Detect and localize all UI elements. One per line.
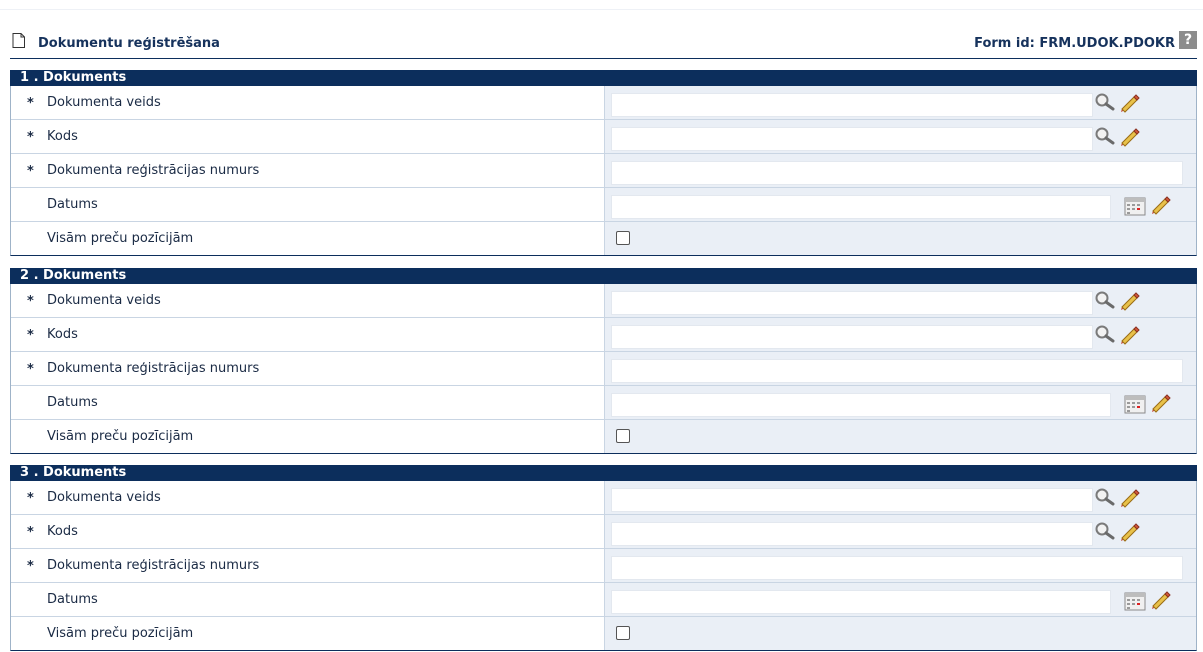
required-marker: * xyxy=(27,96,34,111)
required-marker: * xyxy=(27,328,34,343)
section-2: 2 . Dokuments * Dokumenta veids * Kods * Do… xyxy=(10,268,1197,454)
field-label: Kods xyxy=(47,524,78,539)
field-label: Datums xyxy=(47,197,98,212)
search-icon[interactable] xyxy=(1094,521,1116,543)
document-type-input[interactable] xyxy=(611,291,1093,315)
document-icon xyxy=(12,33,25,48)
eraser-icon[interactable] xyxy=(1119,126,1141,148)
all-positions-checkbox[interactable] xyxy=(616,626,630,640)
page-title: Dokumentu reģistrēšana xyxy=(38,36,220,51)
all-positions-checkbox[interactable] xyxy=(616,231,630,245)
form-id-label: Form id: FRM.UDOK.PDOKR xyxy=(974,36,1175,51)
eraser-icon[interactable] xyxy=(1119,487,1141,509)
section-1: 1 . Dokuments * Dokumenta veids * Kods * Do… xyxy=(10,70,1197,256)
field-label: Visām preču pozīcijām xyxy=(47,231,194,246)
required-marker: * xyxy=(27,130,34,145)
field-label: Dokumenta reģistrācijas numurs xyxy=(47,163,260,178)
required-marker: * xyxy=(27,164,34,179)
field-row-code: * Kods xyxy=(11,317,1196,351)
field-row-document-type: * Dokumenta veids xyxy=(11,284,1196,317)
search-icon[interactable] xyxy=(1094,487,1116,509)
required-marker: * xyxy=(27,294,34,309)
field-row-registration-number: * Dokumenta reģistrācijas numurs xyxy=(11,351,1196,385)
calendar-icon[interactable] xyxy=(1124,195,1146,217)
field-row-document-type: * Dokumenta veids xyxy=(11,481,1196,514)
help-icon[interactable]: ? xyxy=(1179,31,1197,49)
field-row-code: * Kods xyxy=(11,119,1196,153)
field-label: Dokumenta reģistrācijas numurs xyxy=(47,361,260,376)
field-label: Visām preču pozīcijām xyxy=(47,626,194,641)
date-input[interactable] xyxy=(611,393,1111,417)
eraser-icon[interactable] xyxy=(1119,521,1141,543)
section-header: 3 . Dokuments xyxy=(10,465,1197,481)
code-input[interactable] xyxy=(611,522,1093,546)
section-3: 3 . Dokuments * Dokumenta veids * Kods * Do… xyxy=(10,465,1197,651)
eraser-icon[interactable] xyxy=(1150,392,1172,414)
search-icon[interactable] xyxy=(1094,126,1116,148)
field-row-date: Datums xyxy=(11,582,1196,616)
section-header: 2 . Dokuments xyxy=(10,268,1197,284)
field-label: Datums xyxy=(47,592,98,607)
required-marker: * xyxy=(27,559,34,574)
calendar-icon[interactable] xyxy=(1124,393,1146,415)
search-icon[interactable] xyxy=(1094,290,1116,312)
eraser-icon[interactable] xyxy=(1150,194,1172,216)
field-row-all-positions: Visām preču pozīcijām xyxy=(11,221,1196,255)
field-label: Visām preču pozīcijām xyxy=(47,429,194,444)
date-input[interactable] xyxy=(611,195,1111,219)
field-row-registration-number: * Dokumenta reģistrācijas numurs xyxy=(11,153,1196,187)
eraser-icon[interactable] xyxy=(1119,290,1141,312)
field-label: Dokumenta reģistrācijas numurs xyxy=(47,558,260,573)
field-label: Kods xyxy=(47,327,78,342)
eraser-icon[interactable] xyxy=(1150,589,1172,611)
all-positions-checkbox[interactable] xyxy=(616,429,630,443)
document-type-input[interactable] xyxy=(611,93,1093,117)
field-label: Dokumenta veids xyxy=(47,293,161,308)
field-row-date: Datums xyxy=(11,385,1196,419)
field-label: Datums xyxy=(47,395,98,410)
date-input[interactable] xyxy=(611,590,1111,614)
field-label: Dokumenta veids xyxy=(47,490,161,505)
required-marker: * xyxy=(27,525,34,540)
field-row-all-positions: Visām preču pozīcijām xyxy=(11,616,1196,650)
top-divider xyxy=(0,9,1203,10)
field-row-date: Datums xyxy=(11,187,1196,221)
form-header: Dokumentu reģistrēšana Form id: FRM.UDOK… xyxy=(10,30,1197,59)
required-marker: * xyxy=(27,362,34,377)
registration-number-input[interactable] xyxy=(611,359,1183,383)
code-input[interactable] xyxy=(611,127,1093,151)
field-label: Dokumenta veids xyxy=(47,95,161,110)
calendar-icon[interactable] xyxy=(1124,590,1146,612)
required-marker: * xyxy=(27,491,34,506)
eraser-icon[interactable] xyxy=(1119,92,1141,114)
field-row-document-type: * Dokumenta veids xyxy=(11,86,1196,119)
field-label: Kods xyxy=(47,129,78,144)
document-type-input[interactable] xyxy=(611,488,1093,512)
section-header: 1 . Dokuments xyxy=(10,70,1197,86)
search-icon[interactable] xyxy=(1094,324,1116,346)
registration-number-input[interactable] xyxy=(611,161,1183,185)
field-row-all-positions: Visām preču pozīcijām xyxy=(11,419,1196,453)
field-row-code: * Kods xyxy=(11,514,1196,548)
field-row-registration-number: * Dokumenta reģistrācijas numurs xyxy=(11,548,1196,582)
code-input[interactable] xyxy=(611,325,1093,349)
registration-number-input[interactable] xyxy=(611,556,1183,580)
search-icon[interactable] xyxy=(1094,92,1116,114)
eraser-icon[interactable] xyxy=(1119,324,1141,346)
